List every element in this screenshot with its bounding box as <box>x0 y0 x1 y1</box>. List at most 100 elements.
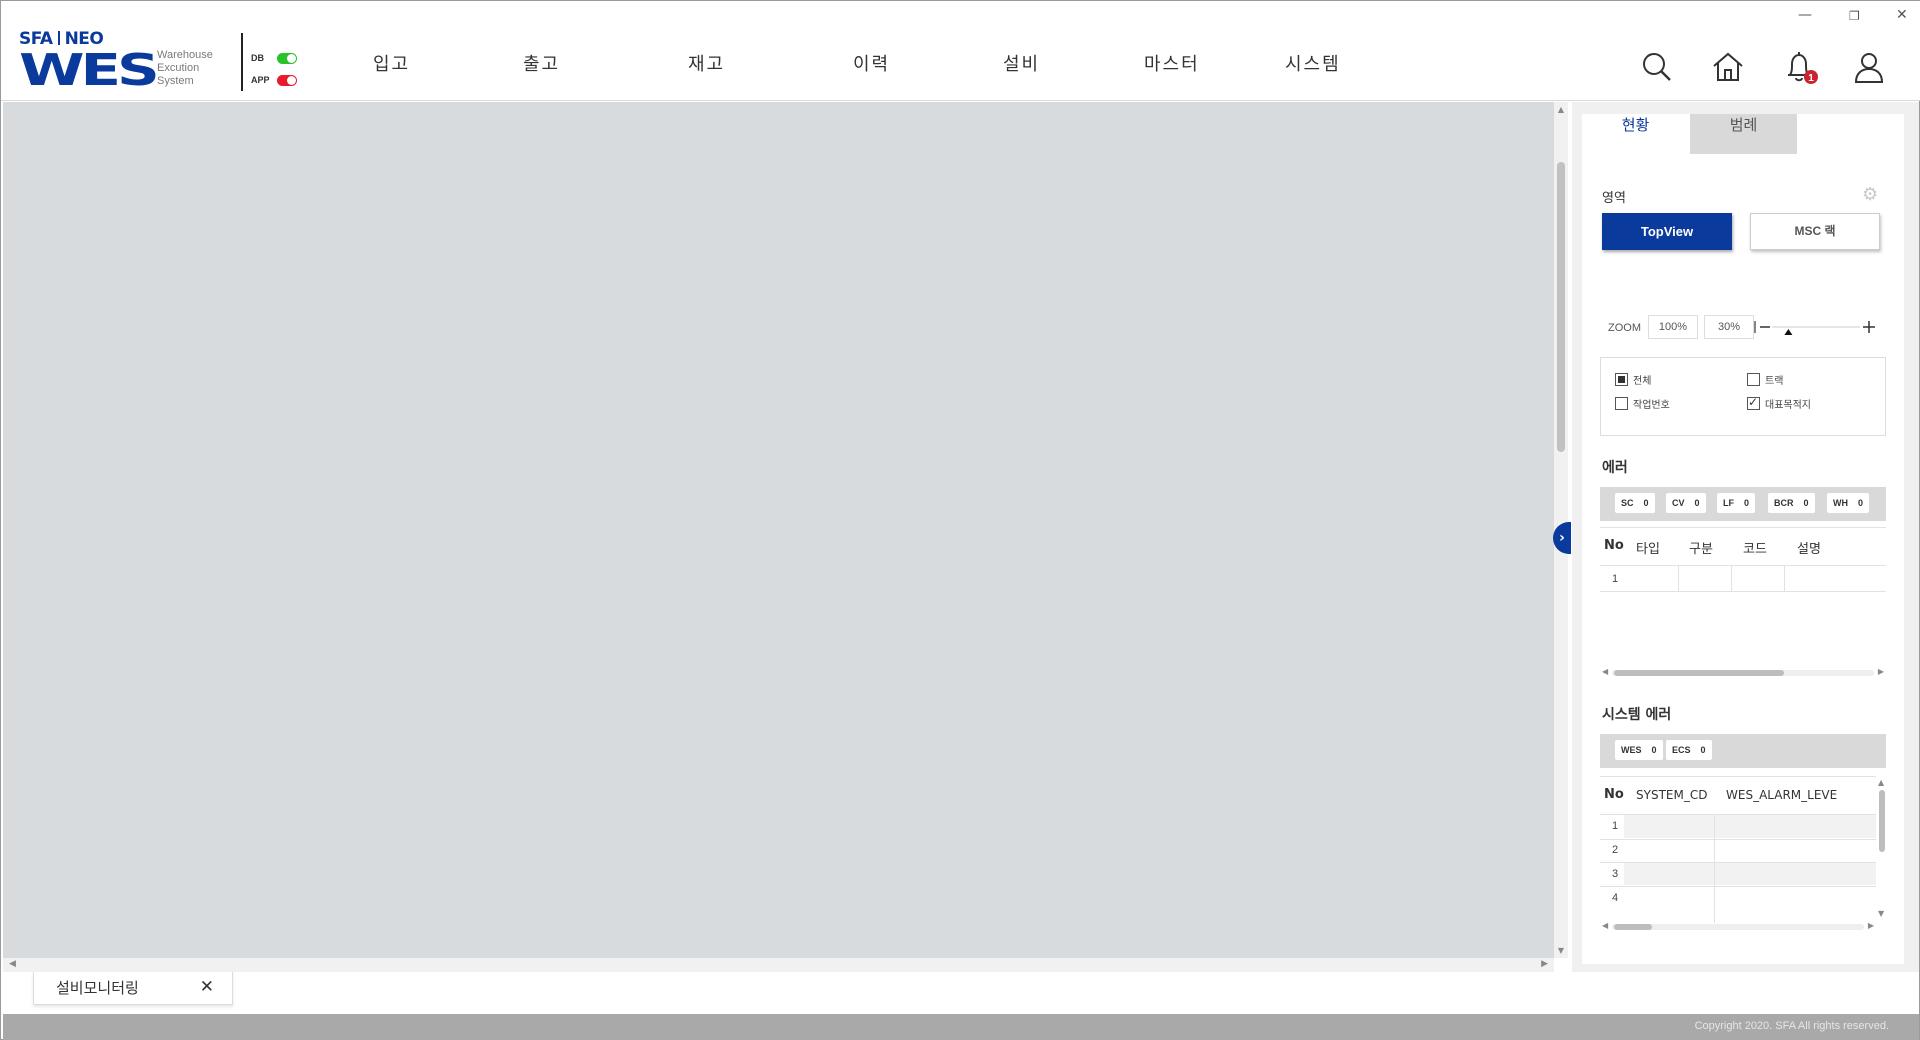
copyright-text: Copyright 2020. SFA All rights reserved. <box>1694 1020 1889 1032</box>
system-col-alarm-level: WES_ALARM_LEVE <box>1726 788 1838 802</box>
zoom-slider[interactable] <box>1752 315 1880 339</box>
minimize-button[interactable]: — <box>1798 7 1812 23</box>
canvas-vscroll-thumb[interactable] <box>1557 162 1565 452</box>
logo-product: WES <box>19 45 160 96</box>
scroll-right-arrow-icon[interactable]: ▶ <box>1541 959 1548 969</box>
system-badge-ecs[interactable]: ECS 0 <box>1666 740 1712 760</box>
scroll-down-arrow-icon[interactable]: ▼ <box>1554 946 1568 955</box>
tab-legend[interactable]: 범례 <box>1690 114 1797 154</box>
error-badge-sc[interactable]: SC 0 <box>1615 493 1655 513</box>
close-window-button[interactable]: ✕ <box>1896 7 1908 23</box>
scroll-left-arrow-icon[interactable]: ◀ <box>1602 667 1608 676</box>
error-badge-cv[interactable]: CV 0 <box>1666 493 1706 513</box>
system-table-hscroll[interactable]: ◀ ▶ <box>1600 921 1876 931</box>
menu-system[interactable]: 시스템 <box>1285 50 1341 78</box>
system-row-shade <box>1624 862 1876 885</box>
checkbox-all-box[interactable] <box>1615 373 1628 386</box>
checkbox-all[interactable]: 전체 <box>1615 372 1651 387</box>
zoom-value: 30% <box>1704 315 1754 339</box>
scroll-up-arrow-icon[interactable]: ▲ <box>1554 105 1568 114</box>
connection-status: DB APP <box>251 47 297 91</box>
system-row-no: 3 <box>1612 868 1619 880</box>
header: SFA NEO WES Warehouse Excution System DB … <box>1 1 1920 101</box>
gear-icon[interactable]: ⚙ <box>1862 184 1882 205</box>
app-window: SFA NEO WES Warehouse Excution System DB … <box>0 0 1920 1040</box>
scroll-right-arrow-icon[interactable]: ▶ <box>1868 921 1874 930</box>
footer: Copyright 2020. SFA All rights reserved. <box>3 1014 1919 1040</box>
scroll-up-arrow-icon[interactable]: ▲ <box>1878 778 1884 787</box>
system-row-no: 4 <box>1612 892 1619 904</box>
checkbox-job-number[interactable]: 작업번호 <box>1615 396 1670 411</box>
error-col-code: 코드 <box>1743 542 1767 557</box>
zoom-label: ZOOM <box>1608 322 1641 334</box>
home-icon[interactable] <box>1710 49 1746 85</box>
tab-status[interactable]: 현황 <box>1582 114 1689 154</box>
error-badge-lf[interactable]: LF 0 <box>1717 493 1756 513</box>
user-icon[interactable] <box>1851 49 1887 85</box>
menu-equipment[interactable]: 설비 <box>1003 50 1040 78</box>
restore-button[interactable]: ❐ <box>1849 9 1860 23</box>
right-panel: 현황 범례 영역 ⚙ TopView MSC 랙 ZOOM 100% 30% 전… <box>1572 102 1919 972</box>
error-row-divider <box>1600 591 1886 592</box>
error-col-type: 타입 <box>1636 542 1660 557</box>
error-row-no: 1 <box>1612 573 1619 585</box>
checkbox-track[interactable]: 트랙 <box>1747 372 1783 387</box>
app-status-label: APP <box>251 75 270 85</box>
system-cell-divider <box>1714 815 1715 923</box>
error-cell-divider <box>1731 566 1732 591</box>
scroll-down-arrow-icon[interactable]: ▼ <box>1878 909 1884 918</box>
error-col-no: No <box>1604 538 1624 553</box>
system-table-hscroll-thumb[interactable] <box>1614 924 1652 930</box>
msc-rack-button[interactable]: MSC 랙 <box>1750 213 1880 250</box>
checkbox-main-destination[interactable]: 대표목적지 <box>1747 395 1811 411</box>
system-table-top-border <box>1600 776 1876 777</box>
error-badge-bcr[interactable]: BCR 0 <box>1768 493 1815 513</box>
notification-count: 1 <box>1808 73 1814 84</box>
system-row-shade <box>1624 815 1876 838</box>
checkbox-main-destination-label: 대표목적지 <box>1765 400 1811 411</box>
menu-master[interactable]: 마스터 <box>1144 50 1200 78</box>
menu-history[interactable]: 이력 <box>853 50 890 78</box>
error-badge-wh[interactable]: WH 0 <box>1827 493 1870 513</box>
error-table-hscroll[interactable]: ◀ ▶ <box>1600 667 1886 677</box>
menu-inbound[interactable]: 입고 <box>373 50 410 78</box>
error-col-description: 설명 <box>1797 542 1821 557</box>
system-table-vscroll[interactable]: ▲ ▼ <box>1877 778 1887 918</box>
system-row-no: 2 <box>1612 844 1619 856</box>
system-table-vscroll-thumb[interactable] <box>1879 790 1885 852</box>
system-row-no: 1 <box>1612 820 1619 832</box>
error-cell-divider <box>1784 566 1785 591</box>
monitoring-canvas[interactable] <box>3 102 1554 958</box>
checkbox-all-label: 전체 <box>1633 376 1652 387</box>
checkbox-track-box[interactable] <box>1747 373 1760 386</box>
page-tab-label: 설비모니터링 <box>56 979 139 997</box>
bell-icon[interactable]: 1 <box>1781 49 1818 85</box>
error-col-category: 구분 <box>1689 542 1713 557</box>
system-row-divider <box>1600 862 1876 863</box>
scroll-left-arrow-icon[interactable]: ◀ <box>1602 921 1608 930</box>
app-status-toggle[interactable] <box>277 74 297 86</box>
checkbox-track-label: 트랙 <box>1765 376 1784 387</box>
checkbox-job-number-box[interactable] <box>1615 397 1628 410</box>
error-table-hscroll-thumb[interactable] <box>1614 670 1784 676</box>
canvas-horizontal-scrollbar[interactable]: ◀ ▶ <box>3 958 1554 972</box>
logo: SFA NEO WES Warehouse Excution System <box>19 27 219 93</box>
logo-subtitle: Warehouse Excution System <box>157 49 213 87</box>
scroll-left-arrow-icon[interactable]: ◀ <box>9 959 16 969</box>
checkbox-main-destination-box[interactable] <box>1747 395 1760 410</box>
system-error-title: 시스템 에러 <box>1602 707 1672 723</box>
system-row-divider <box>1600 886 1876 887</box>
scroll-right-arrow-icon[interactable]: ▶ <box>1878 667 1884 676</box>
page-tab-equipment-monitoring[interactable]: 설비모니터링 ✕ <box>33 972 233 1005</box>
zoom-reset-button[interactable]: 100% <box>1648 315 1698 339</box>
area-title: 영역 <box>1602 191 1626 206</box>
db-status-toggle[interactable] <box>277 52 297 64</box>
system-badge-wes[interactable]: WES 0 <box>1615 740 1663 760</box>
system-row-divider <box>1600 839 1876 840</box>
zoom-slider-handle <box>1784 329 1793 335</box>
search-icon[interactable] <box>1639 49 1675 85</box>
menu-outbound[interactable]: 출고 <box>523 50 560 78</box>
topview-button[interactable]: TopView <box>1602 213 1732 250</box>
close-icon[interactable]: ✕ <box>200 977 214 997</box>
menu-inventory[interactable]: 재고 <box>688 50 725 78</box>
